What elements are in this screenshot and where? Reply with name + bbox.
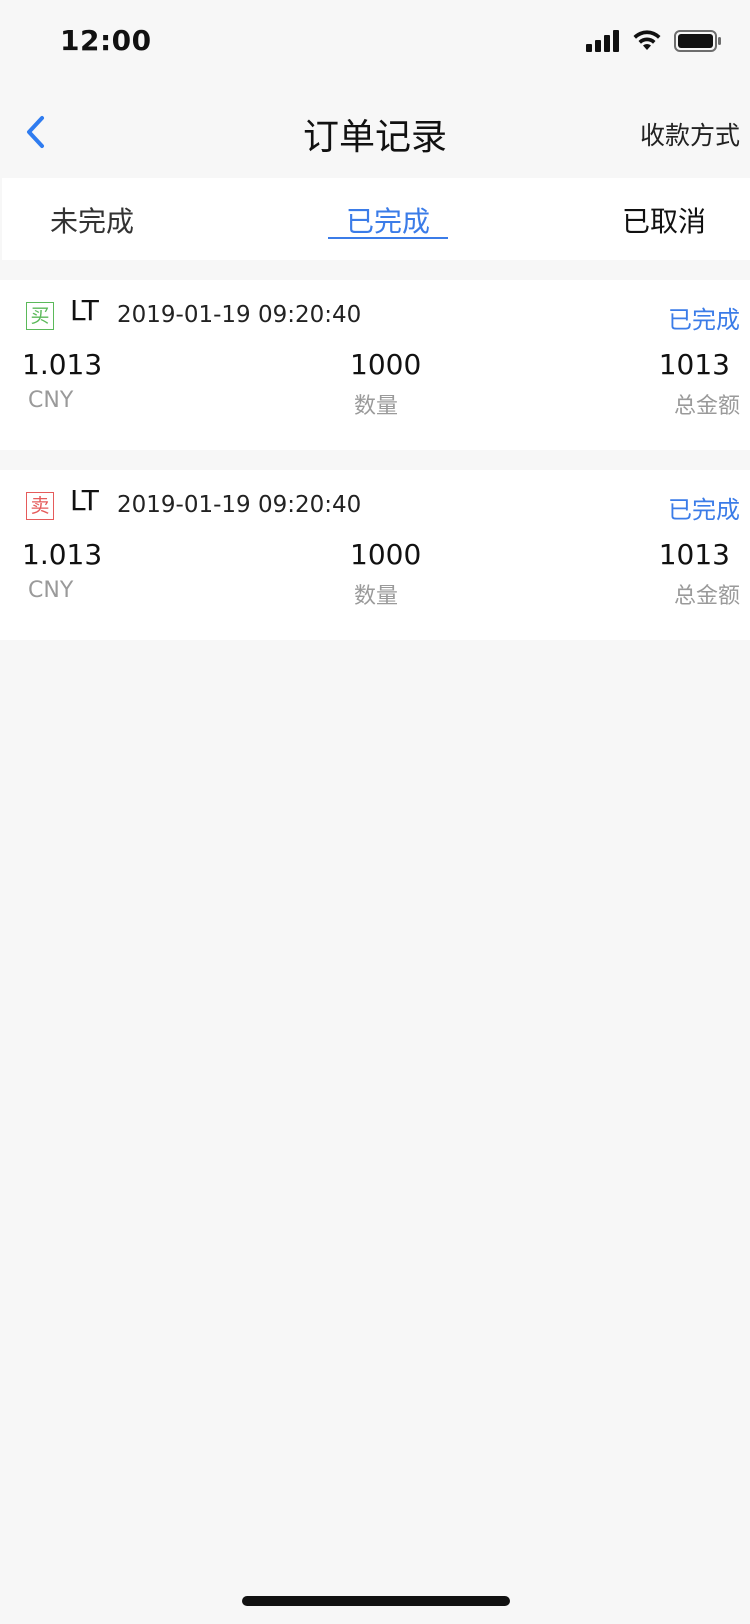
active-tab-indicator — [328, 237, 448, 239]
tab-incomplete[interactable]: 未完成 — [50, 200, 134, 240]
quantity-label: 数量 — [354, 394, 399, 419]
total-label: 总金额 — [673, 584, 740, 609]
order-quantity: 1000 — [350, 538, 422, 571]
status-bar: 12:00 — [0, 0, 750, 88]
back-button[interactable] — [14, 110, 58, 154]
order-total: 1013 — [658, 538, 730, 571]
total-label: 总金额 — [673, 394, 740, 419]
order-records-screen: 12:00 订单记录 收款方式 未完成 已完成 已取消 买 LT 2019-01… — [0, 0, 750, 1624]
order-card[interactable]: 买 LT 2019-01-19 09:20:40 已完成 1.013 CNY 1… — [0, 280, 750, 450]
tab-cancelled[interactable]: 已取消 — [622, 200, 706, 240]
buy-badge: 买 — [26, 302, 54, 330]
sell-badge: 卖 — [26, 492, 54, 520]
battery-icon — [674, 30, 721, 52]
signal-icon — [586, 30, 619, 52]
order-symbol: LT — [70, 484, 99, 517]
status-icons — [586, 30, 722, 52]
order-total: 1013 — [658, 348, 730, 381]
order-status: 已完成 — [668, 306, 740, 334]
order-card[interactable]: 卖 LT 2019-01-19 09:20:40 已完成 1.013 CNY 1… — [0, 470, 750, 640]
order-status-tabs: 未完成 已完成 已取消 — [2, 178, 750, 260]
home-indicator — [242, 1596, 510, 1606]
price-unit: CNY — [28, 388, 74, 413]
order-symbol: LT — [70, 294, 99, 327]
price-unit: CNY — [28, 578, 74, 603]
page-title: 订单记录 — [302, 117, 447, 158]
order-price: 1.013 — [22, 348, 103, 381]
order-price: 1.013 — [22, 538, 103, 571]
navigation-bar: 订单记录 收款方式 — [0, 88, 750, 178]
tab-completed[interactable]: 已完成 — [346, 200, 430, 240]
order-time: 2019-01-19 09:20:40 — [117, 302, 362, 328]
quantity-label: 数量 — [354, 584, 399, 609]
chevron-left-icon — [27, 116, 44, 148]
payment-method-link[interactable]: 收款方式 — [640, 116, 740, 152]
status-time: 12:00 — [60, 24, 152, 57]
wifi-icon — [633, 30, 661, 50]
order-time: 2019-01-19 09:20:40 — [117, 492, 362, 518]
order-status: 已完成 — [668, 496, 740, 524]
order-quantity: 1000 — [350, 348, 422, 381]
